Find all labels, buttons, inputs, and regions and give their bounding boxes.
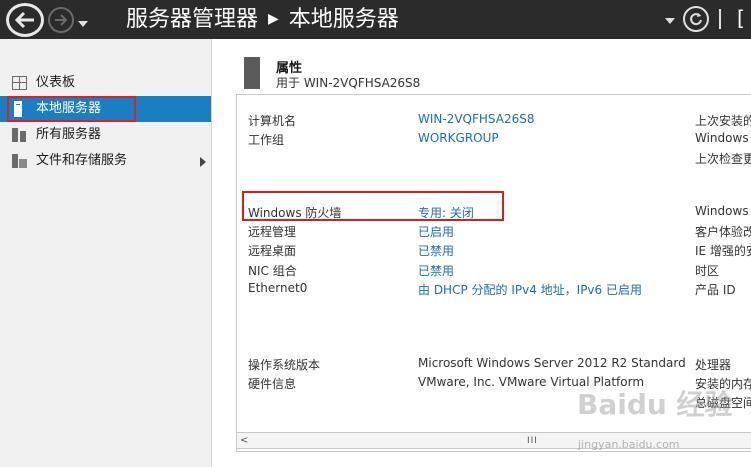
- arrow-left-icon: [14, 11, 34, 29]
- history-dropdown[interactable]: [77, 13, 89, 32]
- title-bar: 服务器管理器 ▶ 本地服务器 [: [0, 0, 751, 39]
- property-label: 工作组: [248, 133, 285, 147]
- servers-icon: [12, 128, 26, 142]
- ethernet-link[interactable]: 由 DHCP 分配的 IPv4 地址，IPv6 已启用: [418, 281, 642, 298]
- property-label: NIC 组合: [248, 264, 297, 278]
- watermark-url: jingyan.baidu.com: [578, 438, 680, 451]
- scroll-left-icon[interactable]: <: [240, 435, 248, 446]
- refresh-icon: [690, 13, 702, 26]
- title-separator: [719, 9, 721, 29]
- watermark-logo: Baidu 经验: [577, 388, 733, 421]
- storage-icon: [12, 154, 27, 168]
- sidebar-item-label: 仪表板: [36, 75, 76, 90]
- sidebar-item-label: 所有服务器: [36, 127, 102, 142]
- property-label: Windows 防火墙: [248, 206, 342, 220]
- sidebar-item-label: 本地服务器: [36, 101, 102, 116]
- property-label: 时区: [695, 264, 720, 278]
- property-label: 处理器: [695, 358, 732, 372]
- property-label: 产品 ID: [695, 283, 736, 297]
- sidebar-item-dashboard[interactable]: 仪表板: [0, 70, 211, 96]
- property-label: Windows: [695, 131, 749, 145]
- breadcrumb-current: 本地服务器: [288, 7, 399, 32]
- property-label: 客户体验改: [695, 225, 751, 239]
- refresh-button[interactable]: [683, 6, 709, 32]
- property-label: 操作系统版本: [248, 358, 321, 372]
- sidebar-item-local-server[interactable]: 本地服务器: [0, 96, 211, 122]
- sidebar-item-label: 文件和存储服务: [36, 153, 128, 168]
- sidebar-item-file-storage[interactable]: 文件和存储服务: [0, 148, 211, 174]
- property-label: 远程管理: [248, 225, 297, 239]
- notification-dropdown[interactable]: [665, 10, 675, 29]
- breadcrumb: 服务器管理器 ▶ 本地服务器: [126, 6, 399, 33]
- chevron-down-icon: [665, 18, 675, 24]
- sidebar: 仪表板 本地服务器 所有服务器 文件和存储服务: [0, 39, 212, 467]
- property-label: 远程桌面: [248, 244, 297, 258]
- chevron-right-icon[interactable]: [200, 157, 206, 167]
- arrow-right-icon: [55, 14, 68, 26]
- workgroup-link[interactable]: WORKGROUP: [418, 131, 499, 145]
- os-version-value: Microsoft Windows Server 2012 R2 Standar…: [418, 356, 686, 370]
- manage-menu[interactable]: [: [737, 6, 745, 30]
- nic-teaming-link[interactable]: 已禁用: [418, 262, 454, 279]
- scroll-thumb[interactable]: III: [527, 436, 538, 446]
- chevron-down-icon: [78, 21, 88, 27]
- breadcrumb-separator-icon: ▶: [268, 11, 279, 27]
- forward-button[interactable]: [48, 7, 74, 33]
- property-label: 计算机名: [248, 114, 297, 128]
- property-label: 硬件信息: [248, 377, 297, 391]
- computer-name-link[interactable]: WIN-2VQFHSA26S8: [418, 112, 535, 126]
- remote-management-link[interactable]: 已启用: [418, 223, 454, 240]
- property-label: 上次安装的: [695, 114, 751, 128]
- breadcrumb-root[interactable]: 服务器管理器: [126, 7, 258, 32]
- properties-subtitle: 用于 WIN-2VQFHSA26S8: [276, 76, 421, 90]
- property-label: Windows: [695, 204, 749, 218]
- remote-desktop-link[interactable]: 已禁用: [418, 242, 454, 259]
- sidebar-item-all-servers[interactable]: 所有服务器: [0, 122, 211, 148]
- server-icon: [244, 57, 260, 89]
- property-label: Ethernet0: [248, 281, 308, 295]
- server-icon: [14, 101, 22, 117]
- dashboard-icon: [12, 76, 27, 90]
- property-label: IE 增强的安: [695, 244, 751, 258]
- firewall-link[interactable]: 专用: 关闭: [418, 204, 474, 221]
- back-button[interactable]: [6, 3, 44, 37]
- property-label: 上次检查更: [695, 152, 751, 166]
